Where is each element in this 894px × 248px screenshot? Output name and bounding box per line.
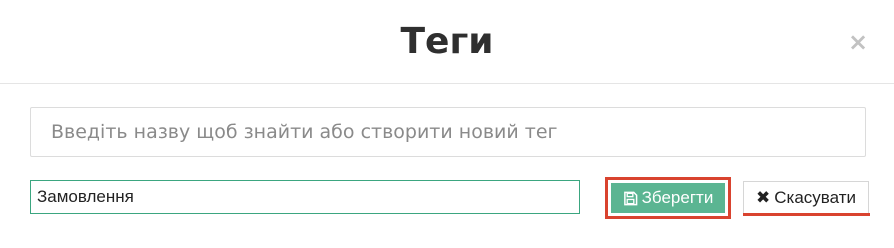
tag-name-input[interactable] <box>30 180 580 214</box>
save-button-highlight: Зберегти <box>605 177 731 219</box>
modal-title: Теги <box>400 21 494 62</box>
x-icon: ✖ <box>756 187 771 208</box>
cancel-button-label: Скасувати <box>774 187 856 207</box>
modal-header: Теги × <box>0 0 894 84</box>
cancel-button-highlight <box>743 213 870 216</box>
floppy-disk-icon <box>623 191 638 206</box>
tag-search-input[interactable] <box>30 107 866 157</box>
cancel-button[interactable]: ✖ Скасувати <box>743 181 869 214</box>
save-button-label: Зберегти <box>641 188 714 207</box>
close-icon[interactable]: × <box>848 28 868 56</box>
save-button[interactable]: Зберегти <box>611 183 725 213</box>
